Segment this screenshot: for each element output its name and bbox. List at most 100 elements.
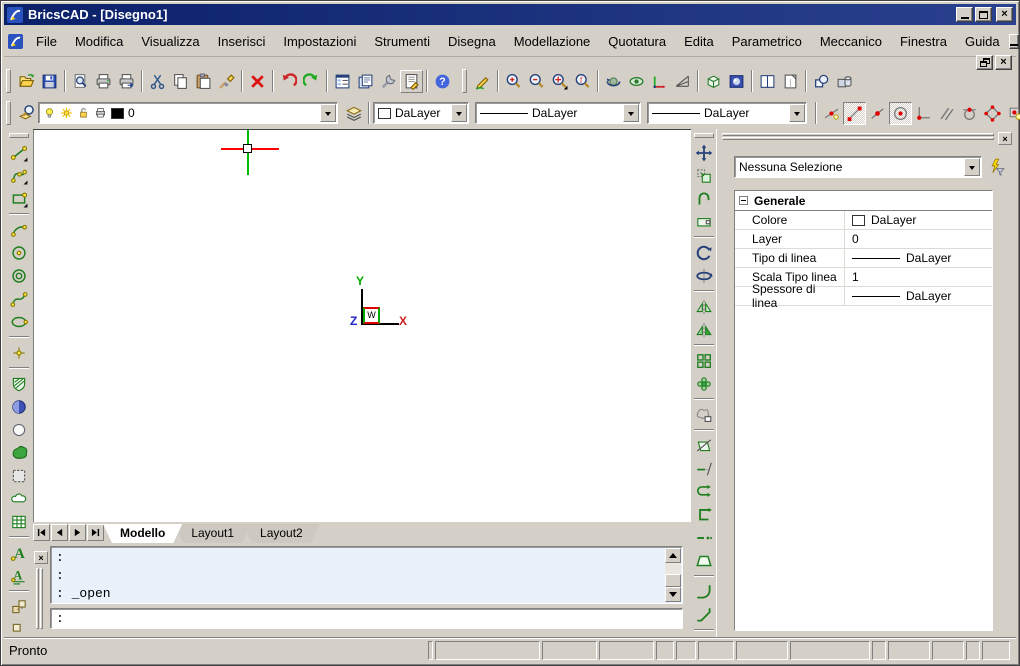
- offset-tool-button[interactable]: [692, 403, 715, 426]
- undo-button[interactable]: [277, 70, 300, 93]
- property-value-colore[interactable]: DaLayer: [845, 211, 992, 229]
- snap-perpendicular-button[interactable]: [912, 102, 935, 125]
- menu-item-modellazione[interactable]: Modellazione: [505, 31, 600, 52]
- match-properties-button[interactable]: [215, 70, 238, 93]
- draw-solids-button[interactable]: [833, 70, 856, 93]
- perspective-button[interactable]: [671, 70, 694, 93]
- snap-tangent-button[interactable]: [958, 102, 981, 125]
- minimize-button[interactable]: [956, 7, 973, 22]
- command-history[interactable]: : : : _open: [50, 546, 683, 604]
- donut-tool-button[interactable]: [7, 264, 30, 287]
- insert-block-tool-button[interactable]: [7, 595, 30, 618]
- property-value-tipo-di-linea[interactable]: DaLayer: [845, 249, 992, 267]
- menu-item-finestra[interactable]: Finestra: [891, 31, 956, 52]
- properties-close-button[interactable]: ×: [998, 132, 1012, 145]
- arc-tool-button[interactable]: [7, 218, 30, 241]
- region-tool-button[interactable]: [7, 395, 30, 418]
- rotate-tool-button[interactable]: [692, 241, 715, 264]
- break-tool-button[interactable]: [692, 526, 715, 549]
- menu-item-meccanico[interactable]: Meccanico: [811, 31, 891, 52]
- next-tab-button[interactable]: [69, 524, 86, 541]
- tab-layout2[interactable]: Layout2: [243, 524, 320, 543]
- new-viewport-button[interactable]: [779, 70, 802, 93]
- maximize-button[interactable]: [975, 7, 992, 22]
- tab-layout1[interactable]: Layout1: [174, 524, 251, 543]
- open-button[interactable]: [15, 70, 38, 93]
- properties-panel-grip[interactable]: [722, 133, 994, 141]
- menu-item-impostazioni[interactable]: Impostazioni: [274, 31, 365, 52]
- menu-item-modifica[interactable]: Modifica: [66, 31, 132, 52]
- selection-dropdown[interactable]: Nessuna Selezione: [734, 156, 982, 178]
- menu-item-quotatura[interactable]: Quotatura: [599, 31, 675, 52]
- print-preview-button[interactable]: [69, 70, 92, 93]
- toolbar-grip[interactable]: [462, 69, 467, 93]
- snap-parallel-button[interactable]: [935, 102, 958, 125]
- ellipse-tool-button[interactable]: [7, 310, 30, 333]
- first-tab-button[interactable]: [33, 524, 50, 541]
- last-tab-button[interactable]: [87, 524, 104, 541]
- rotate-3d-tool-button[interactable]: [692, 264, 715, 287]
- menu-item-file[interactable]: File: [27, 31, 66, 52]
- command-panel-grip[interactable]: [36, 568, 45, 629]
- help-button[interactable]: ?: [431, 70, 454, 93]
- toolbar-grip[interactable]: [6, 69, 11, 93]
- property-value-spessore-di-linea[interactable]: DaLayer: [845, 287, 992, 305]
- fillet-tool-button[interactable]: [692, 580, 715, 603]
- ucs-axes-button[interactable]: [648, 70, 671, 93]
- command-scrollbar[interactable]: [665, 548, 681, 602]
- quick-select-button[interactable]: [984, 155, 1008, 179]
- menu-item-visualizza[interactable]: Visualizza: [132, 31, 208, 52]
- document-restore-button[interactable]: [976, 55, 993, 70]
- paste-button[interactable]: [192, 70, 215, 93]
- properties-dialog-button[interactable]: [331, 70, 354, 93]
- explode-tool-button[interactable]: [692, 549, 715, 572]
- drawing-explorer-button[interactable]: [354, 70, 377, 93]
- plot-button[interactable]: [115, 70, 138, 93]
- command-input[interactable]: :: [50, 608, 683, 629]
- menu-item-disegna[interactable]: Disegna: [439, 31, 505, 52]
- block-partial-tool-button[interactable]: [7, 618, 30, 639]
- chamfer-tool-button[interactable]: [692, 603, 715, 626]
- text-tool-button[interactable]: A: [7, 541, 30, 564]
- layer-dropdown-arrow[interactable]: [320, 104, 336, 122]
- menu-item-strumenti[interactable]: Strumenti: [365, 31, 439, 52]
- menu-item-edita[interactable]: Edita: [675, 31, 723, 52]
- box-3d-button[interactable]: [702, 70, 725, 93]
- tab-modello[interactable]: Modello: [103, 524, 182, 543]
- stretch-tool-button[interactable]: [692, 210, 715, 233]
- snap-midpoint-button[interactable]: [866, 102, 889, 125]
- wipeout-tool-button[interactable]: [7, 464, 30, 487]
- array-3d-tool-button[interactable]: [692, 372, 715, 395]
- snap-insertion-button[interactable]: [1004, 102, 1020, 125]
- property-value-layer[interactable]: 0: [845, 230, 992, 248]
- copy-entity-tool-button[interactable]: [692, 164, 715, 187]
- circle-tool-button[interactable]: [7, 241, 30, 264]
- scrollbar-thumb[interactable]: [665, 574, 681, 587]
- hatch-tool-button[interactable]: [7, 372, 30, 395]
- lineweight-dropdown-arrow[interactable]: [789, 104, 805, 122]
- rectangle-tool-button[interactable]: [7, 187, 30, 210]
- trim-tool-button[interactable]: [692, 434, 715, 457]
- linetype-select[interactable]: DaLayer: [475, 102, 641, 124]
- tile-viewports-button[interactable]: [756, 70, 779, 93]
- zoom-previous-button[interactable]: f: [571, 70, 594, 93]
- property-value-scala-tipo-linea[interactable]: 1: [845, 268, 992, 286]
- render-button[interactable]: [725, 70, 748, 93]
- document-minimize-button[interactable]: [1009, 34, 1019, 49]
- snap-nearest-button[interactable]: [820, 102, 843, 125]
- scroll-down-button[interactable]: [665, 587, 681, 602]
- cut-button[interactable]: [146, 70, 169, 93]
- point-tool-button[interactable]: [7, 341, 30, 364]
- command-panel-close-button[interactable]: ×: [34, 551, 48, 564]
- color-select[interactable]: DaLayer: [373, 102, 469, 124]
- extend-tool-button[interactable]: [692, 457, 715, 480]
- table-tool-button[interactable]: [7, 510, 30, 533]
- customize-button[interactable]: [377, 70, 400, 93]
- lineweight-select[interactable]: DaLayer: [647, 102, 807, 124]
- toolbar-grip[interactable]: [9, 133, 29, 138]
- mirror-tool-button[interactable]: [692, 295, 715, 318]
- boundary-tool-button[interactable]: [7, 418, 30, 441]
- zoom-out-button[interactable]: [525, 70, 548, 93]
- color-dropdown-arrow[interactable]: [451, 104, 467, 122]
- mirror-3d-tool-button[interactable]: [692, 318, 715, 341]
